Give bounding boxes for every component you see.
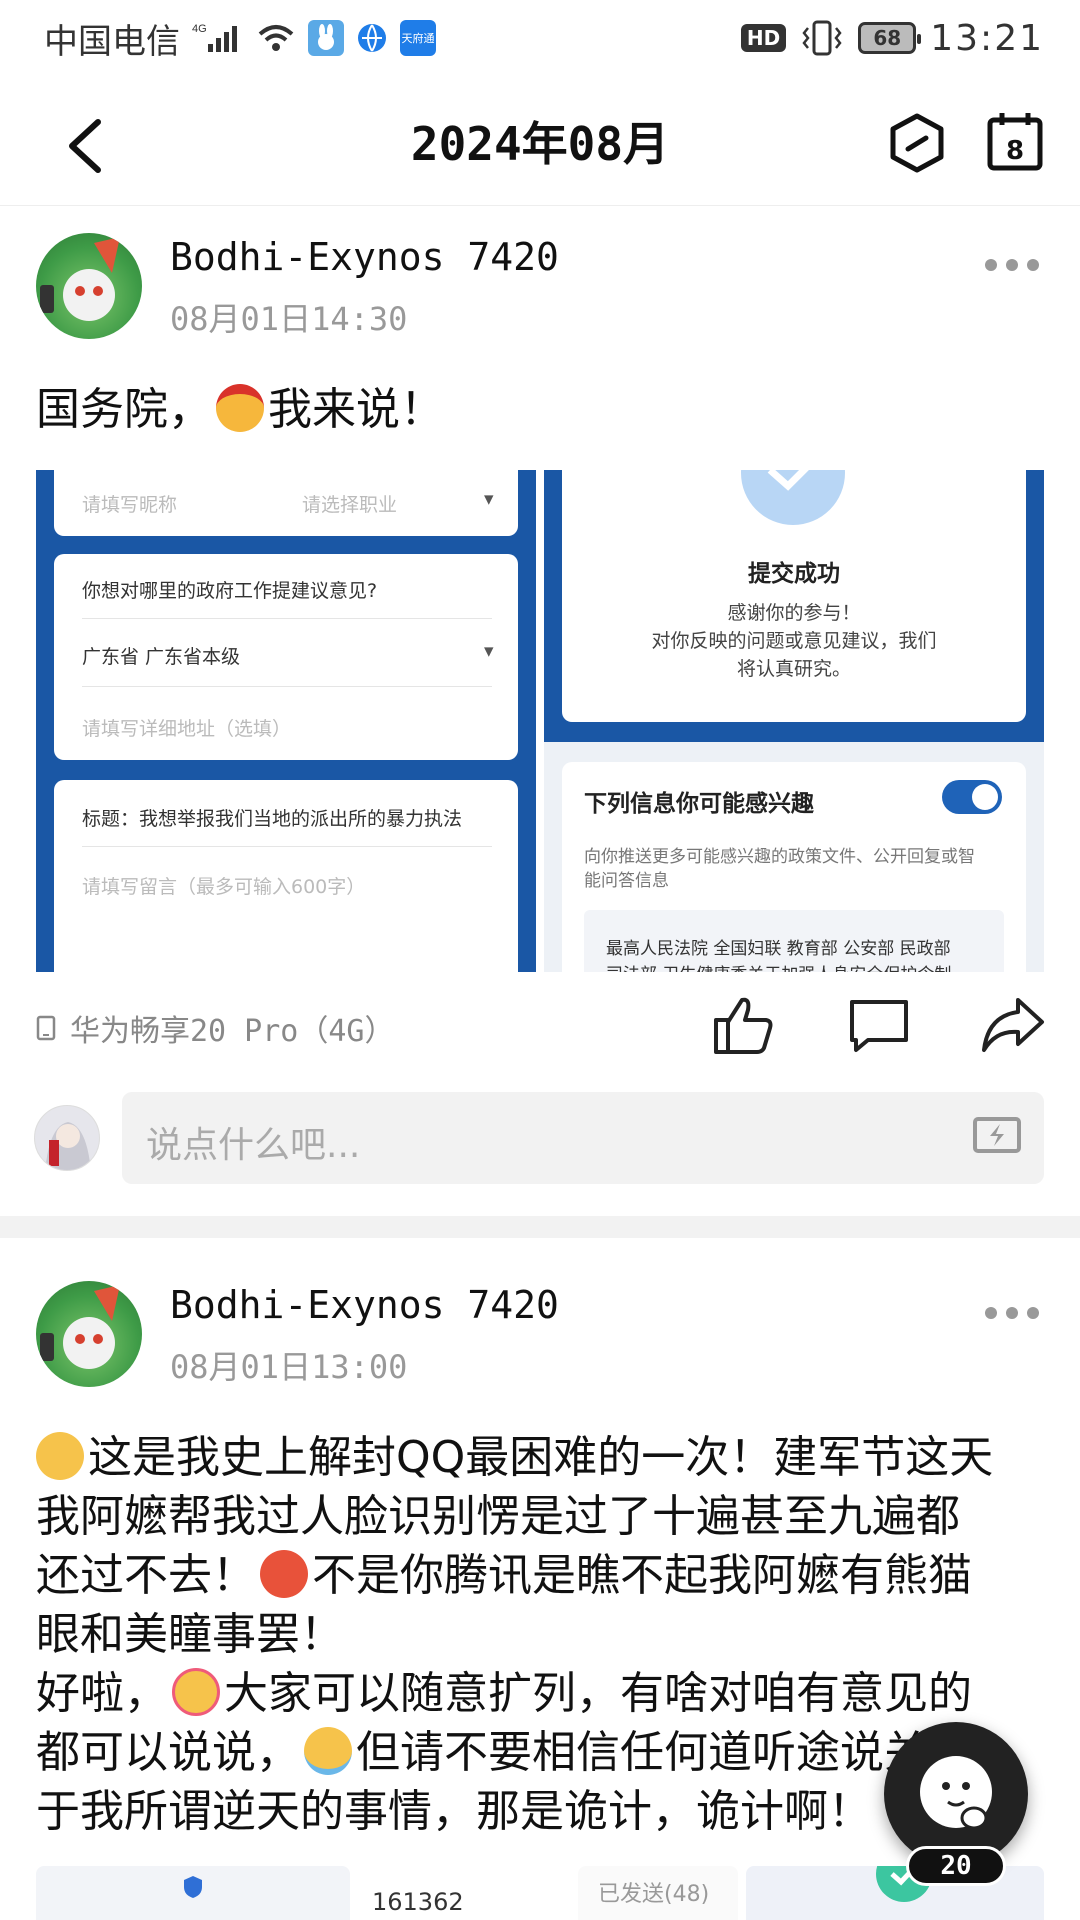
tianfutong-app-icon: 天府通 [400,20,436,56]
more-button[interactable] [985,255,1039,275]
steam-emoji-icon [36,1432,84,1480]
signal-icon: 4G [192,22,244,54]
hexagon-button[interactable] [888,112,946,174]
device-label: 华为畅享20 Pro（4G） [36,1006,395,1050]
flash-icon[interactable] [972,1114,1022,1158]
author-name[interactable]: Bodhi-Exynos 7420 [170,1283,559,1327]
image-thumb[interactable] [36,1866,350,1920]
back-icon [69,119,101,173]
success-card: 提交成功 感谢你的参与！ 对你反映的问题或意见建议，我们 将认真研究。 [562,470,1026,722]
post-separator [0,1216,1080,1238]
page-title: 2024年08月 [410,116,670,171]
post-time: 08月01日14:30 [170,300,408,338]
shield-icon [184,1876,202,1898]
more-button[interactable] [985,1303,1039,1323]
floating-assistant-button[interactable] [884,1722,1028,1866]
share-button[interactable] [980,994,1046,1056]
rabbit-app-icon [308,20,344,56]
vibrate-icon [800,20,844,56]
comment-placeholder: 说点什么吧... [146,1125,361,1166]
check-icon [741,470,845,525]
dropdown-icon: ▾ [484,488,494,510]
post-text: 国务院， 我来说！ [36,384,444,435]
hexagon-icon [890,113,944,173]
shout-emoji-icon [260,1550,308,1598]
post-images[interactable]: 161362 已发送(48) [36,1866,1044,1920]
image-thumb[interactable]: 已发送(48) [578,1866,738,1920]
avatar[interactable] [36,233,142,339]
post-time: 08月01日13:00 [170,1348,408,1386]
interest-toggle [942,780,1002,814]
like-button[interactable] [710,994,776,1056]
image-thumb[interactable]: 161362 [358,1866,570,1920]
clock: 13:21 [930,17,1044,59]
phone-icon [36,1015,56,1041]
more-icon [985,1307,997,1319]
my-avatar[interactable] [34,1105,100,1171]
calendar-icon: 8 [987,113,1043,171]
avatar[interactable] [36,1281,142,1387]
svg-text:4G: 4G [192,23,207,35]
comment-icon [850,1000,908,1052]
like-icon [714,997,773,1054]
carrier-label: 中国电信 [44,21,180,62]
comment-button[interactable] [846,994,912,1056]
browser-app-icon [356,22,388,54]
hd-badge: HD [740,24,787,52]
post-image-success[interactable]: 提交成功 感谢你的参与！ 对你反映的问题或意见建议，我们 将认真研究。 下列信息… [544,470,1044,972]
angry-emoji-icon [216,384,264,432]
more-icon [985,259,997,271]
share-icon [982,998,1044,1052]
mascot-icon [920,1756,992,1830]
hearts-emoji-icon [172,1668,220,1716]
dropdown-icon: ▾ [484,640,494,662]
float-count-badge: 20 [906,1846,1006,1886]
battery-indicator: 68 [858,22,922,54]
region-card: 你想对哪里的政府工作提建议意见? 广东省 广东省本级 ▾ 请填写详细地址（选填） [54,554,518,760]
status-bar: 中国电信 4G 天府通 HD 68 13:21 [0,0,1080,76]
comment-input[interactable]: 说点什么吧... [122,1092,1044,1184]
svg-text:8: 8 [1006,136,1024,166]
calendar-button[interactable]: 8 [986,110,1044,172]
crying-emoji-icon [304,1727,352,1775]
title-bar: 2024年08月 8 [0,76,1080,206]
wifi-icon [256,22,296,54]
message-card: 标题：我想举报我们当地的派出所的暴力执法 请填写留言（最多可输入600字） [54,780,518,972]
interest-card: 下列信息你可能感兴趣 向你推送更多可能感兴趣的政策文件、公开回复或智 能问答信息… [562,762,1026,972]
nickname-card: 请填写昵称 请选择职业 ▾ [54,470,518,536]
back-button[interactable] [62,116,112,176]
post-image-form[interactable]: 请填写昵称 请选择职业 ▾ 你想对哪里的政府工作提建议意见? 广东省 广东省本级… [36,470,536,972]
author-name[interactable]: Bodhi-Exynos 7420 [170,235,559,279]
